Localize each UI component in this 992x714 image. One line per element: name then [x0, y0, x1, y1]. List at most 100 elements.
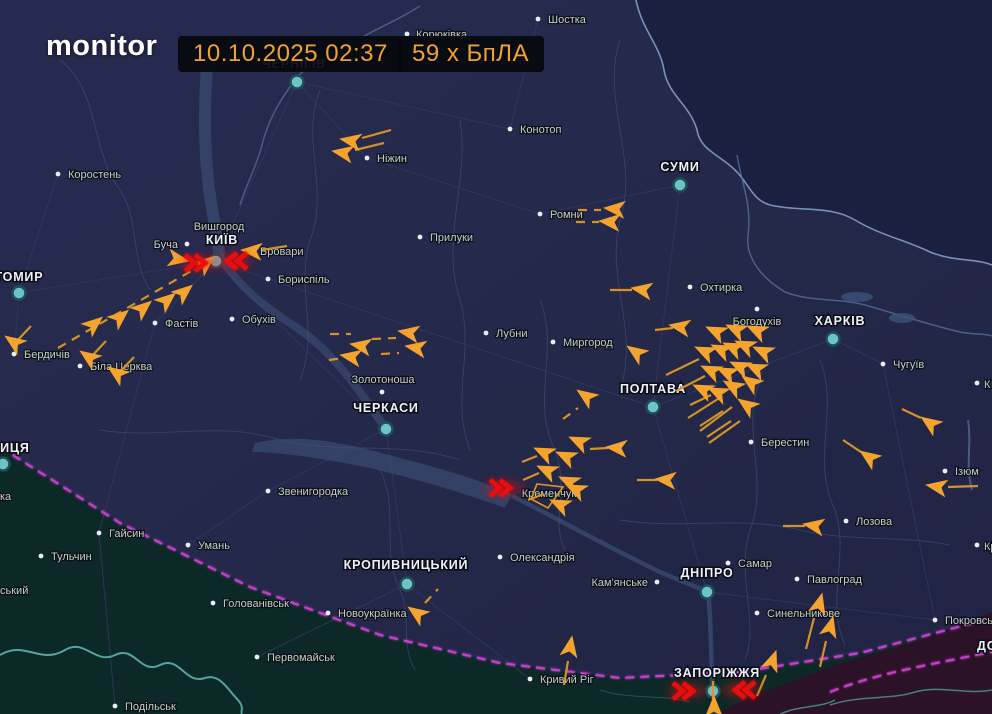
town-label-fragment: ка: [0, 491, 12, 503]
town-label: Буча: [154, 239, 179, 251]
town-dot: [498, 555, 503, 560]
city-dot: [827, 333, 840, 346]
town-dot: [365, 156, 370, 161]
town-label: Конотоп: [520, 124, 562, 136]
town-label: Охтирка: [700, 282, 743, 294]
town-label: Коростень: [68, 169, 121, 181]
city-label: ЖИТОМИР: [0, 270, 43, 284]
town-dot: [551, 340, 556, 345]
town-label: Вишгород: [194, 221, 245, 233]
town-dot: [153, 321, 158, 326]
town-dot: [726, 561, 731, 566]
town-dot: [230, 317, 235, 322]
town-label: Покровськ: [945, 615, 992, 627]
city-dot: [701, 586, 714, 599]
strike-marker[interactable]: [484, 480, 524, 496]
town-label: Лозова: [856, 516, 893, 528]
town-label: Голованівськ: [223, 598, 289, 610]
town-dot: [186, 543, 191, 548]
town-label: Миргород: [563, 337, 613, 349]
town-dot: [185, 242, 190, 247]
town-dot: [975, 543, 980, 548]
town-dot: [418, 235, 423, 240]
town-label: Кам'янське: [591, 577, 648, 589]
town-label: Новоукраїнка: [338, 608, 408, 620]
town-dot: [380, 390, 385, 395]
city-label: ЧЕРКАСИ: [353, 401, 418, 415]
city-label: ЗАПОРІЖЖЯ: [674, 666, 760, 680]
town-dot: [844, 519, 849, 524]
town-label: Ізюм: [955, 466, 979, 478]
town-dot: [484, 331, 489, 336]
town-label: Кривий Ріг: [540, 674, 594, 686]
town-label: Самар: [738, 558, 772, 570]
city-label: СУМИ: [660, 160, 699, 174]
timestamp-badge: 10.10.2025 02:37: [178, 36, 403, 72]
town-label: Прилуки: [430, 232, 473, 244]
town-label-fragment: Кр: [984, 541, 992, 553]
drone-trail: [948, 486, 978, 487]
town-dot: [266, 489, 271, 494]
town-label: Бердичів: [24, 349, 70, 361]
town-dot: [211, 601, 216, 606]
town-label: Ніжин: [377, 153, 407, 165]
monitor-app: КоростеньШосткаКорюківкаКонотопНіжинРомн…: [0, 0, 992, 714]
city-dot: [674, 179, 687, 192]
city-dot: [13, 287, 26, 300]
town-label: Золотоноша: [351, 374, 415, 386]
town-label: Шостка: [548, 14, 587, 26]
town-label: Подільськ: [125, 701, 176, 713]
town-dot: [795, 577, 800, 582]
city-label: КИЇВ: [206, 232, 238, 247]
town-dot: [536, 17, 541, 22]
town-dot: [538, 212, 543, 217]
town-label: Первомайськ: [267, 652, 335, 664]
town-label: Звенигородка: [278, 486, 349, 498]
city-label: ХАРКІВ: [815, 314, 866, 328]
town-label: Ромни: [550, 209, 583, 221]
town-dot: [749, 440, 754, 445]
town-label: Умань: [198, 540, 230, 552]
town-dot: [56, 172, 61, 177]
strike-marker[interactable]: [721, 682, 761, 698]
city-label: ДНІПРО: [680, 566, 733, 580]
town-dot: [78, 364, 83, 369]
town-label: Павлоград: [807, 574, 863, 586]
city-dot: [291, 76, 304, 89]
city-dot: [647, 401, 660, 414]
town-dot: [266, 277, 271, 282]
town-label-fragment: К: [984, 379, 991, 391]
town-dot: [755, 611, 760, 616]
town-label: Олександрія: [510, 552, 575, 564]
strike-marker[interactable]: [667, 683, 707, 699]
town-label: Гайсин: [109, 528, 144, 540]
town-label: Тульчин: [51, 551, 92, 563]
town-label: Чугуїв: [893, 359, 924, 371]
app-logo: monitor: [46, 30, 157, 63]
drone-trail: [590, 448, 608, 449]
town-dot: [113, 704, 118, 709]
town-dot: [39, 554, 44, 559]
town-dot: [881, 362, 886, 367]
city-dot: [401, 578, 414, 591]
uav-counter-badge: 59 х БпЛА: [397, 36, 544, 72]
city-dot: [380, 423, 393, 436]
town-dot: [528, 677, 533, 682]
town-label: Лубни: [496, 328, 528, 340]
city-label: ДОНЕЦЬК: [977, 639, 992, 653]
map-canvas[interactable]: КоростеньШосткаКорюківкаКонотопНіжинРомн…: [0, 0, 992, 714]
town-dot: [688, 285, 693, 290]
town-label-fragment: ський: [0, 585, 28, 597]
town-label: Бориспіль: [278, 274, 330, 286]
strike-marker[interactable]: [213, 253, 253, 269]
town-dot: [255, 655, 260, 660]
town-dot: [326, 611, 331, 616]
town-dot: [943, 469, 948, 474]
town-dot: [755, 307, 760, 312]
city-label: КРОПИВНИЦЬКИЙ: [344, 557, 469, 572]
city-label: ВІННИЦЯ: [0, 441, 30, 455]
city-dot: [0, 458, 10, 471]
strike-marker[interactable]: [179, 255, 219, 271]
town-label: Обухів: [242, 314, 276, 326]
city-label: ПОЛТАВА: [620, 382, 686, 396]
